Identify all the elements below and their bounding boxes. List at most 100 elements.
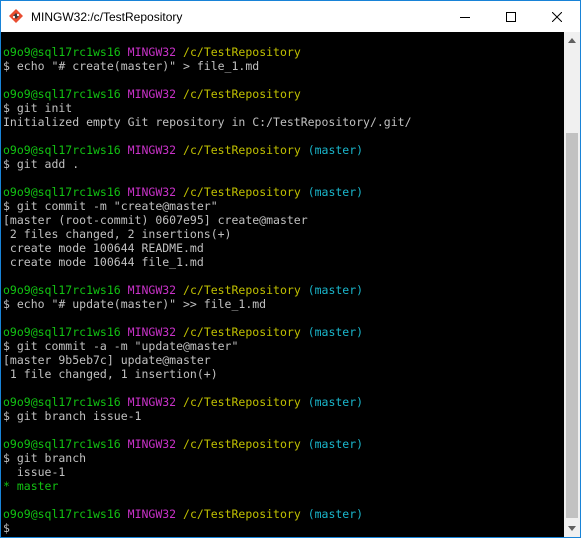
prompt-user-host: o9o9@sql17rc1ws16: [3, 437, 121, 451]
prompt-path: /c/TestRepository: [183, 87, 301, 101]
prompt-path: /c/TestRepository: [183, 283, 301, 297]
command-line: $ echo "# create(master)" > file_1.md: [3, 59, 412, 73]
prompt-branch: (master): [307, 283, 364, 297]
prompt-path: /c/TestRepository: [183, 185, 301, 199]
command-text: $ echo "# update(master)" >> file_1.md: [3, 297, 267, 311]
terminal-lines: o9o9@sql17rc1ws16 MINGW32 /c/TestReposit…: [3, 45, 412, 535]
terminal-output[interactable]: o9o9@sql17rc1ws16 MINGW32 /c/TestReposit…: [1, 32, 564, 537]
prompt-line: o9o9@sql17rc1ws16 MINGW32 /c/TestReposit…: [3, 143, 412, 157]
prompt-branch: (master): [307, 507, 364, 521]
current-branch-text: * master: [3, 479, 59, 493]
command-text: $ git branch: [3, 451, 87, 465]
prompt-user-host: o9o9@sql17rc1ws16: [3, 45, 121, 59]
window-title: MINGW32:/c/TestRepository: [31, 10, 183, 24]
prompt-env: MINGW32: [127, 45, 177, 59]
scroll-down-arrow-icon: [568, 526, 576, 531]
command-text: $ git init: [3, 101, 73, 115]
prompt-env: MINGW32: [127, 395, 177, 409]
prompt-path: /c/TestRepository: [183, 395, 301, 409]
maximize-icon: [506, 11, 516, 22]
prompt-user-host: o9o9@sql17rc1ws16: [3, 507, 121, 521]
prompt-env: MINGW32: [127, 143, 177, 157]
prompt-user-host: o9o9@sql17rc1ws16: [3, 143, 121, 157]
command-line: $ git init: [3, 101, 412, 115]
command-text: $ git branch issue-1: [3, 409, 142, 423]
prompt-env: MINGW32: [127, 507, 177, 521]
prompt-line: o9o9@sql17rc1ws16 MINGW32 /c/TestReposit…: [3, 437, 412, 451]
prompt-user-host: o9o9@sql17rc1ws16: [3, 395, 121, 409]
output-text: create mode 100644 README.md: [3, 241, 204, 255]
prompt-line: o9o9@sql17rc1ws16 MINGW32 /c/TestReposit…: [3, 325, 412, 339]
command-line: $ git branch issue-1: [3, 409, 412, 423]
prompt-path: /c/TestRepository: [183, 45, 301, 59]
prompt-user-host: o9o9@sql17rc1ws16: [3, 283, 121, 297]
output-line: 1 file changed, 1 insertion(+): [3, 367, 412, 381]
output-line: create mode 100644 README.md: [3, 241, 412, 255]
scroll-down-button[interactable]: [564, 520, 580, 537]
command-line: $ git add .: [3, 157, 412, 171]
output-line: [master (root-commit) 0607e95] create@ma…: [3, 213, 412, 227]
terminal-window: MINGW32:/c/TestRepository o9o9@sql17rc1w…: [0, 0, 581, 538]
output-line: Initialized empty Git repository in C:/T…: [3, 115, 412, 129]
command-line: $ git commit -a -m "update@master": [3, 339, 412, 353]
output-line: [master 9b5eb7c] update@master: [3, 353, 412, 367]
prompt-branch: (master): [307, 185, 364, 199]
prompt-line: o9o9@sql17rc1ws16 MINGW32 /c/TestReposit…: [3, 283, 412, 297]
minimize-button[interactable]: [442, 1, 488, 32]
prompt-env: MINGW32: [127, 283, 177, 297]
close-button[interactable]: [534, 1, 580, 32]
prompt-line: o9o9@sql17rc1ws16 MINGW32 /c/TestReposit…: [3, 395, 412, 409]
command-text: $ git commit -m "create@master": [3, 199, 218, 213]
prompt-line: o9o9@sql17rc1ws16 MINGW32 /c/TestReposit…: [3, 87, 412, 101]
prompt-symbol: $: [3, 521, 10, 535]
prompt-user-host: o9o9@sql17rc1ws16: [3, 185, 121, 199]
prompt-path: /c/TestRepository: [183, 143, 301, 157]
output-text: create mode 100644 file_1.md: [3, 255, 204, 269]
prompt-branch: (master): [307, 395, 364, 409]
output-text: 2 files changed, 2 insertions(+): [3, 227, 232, 241]
vertical-scrollbar[interactable]: [564, 32, 580, 537]
current-branch-line: * master: [3, 479, 412, 493]
prompt-branch: (master): [307, 143, 364, 157]
prompt-line: o9o9@sql17rc1ws16 MINGW32 /c/TestReposit…: [3, 185, 412, 199]
prompt-branch: (master): [307, 437, 364, 451]
prompt-line: o9o9@sql17rc1ws16 MINGW32 /c/TestReposit…: [3, 45, 412, 59]
scroll-up-arrow-icon: [568, 38, 576, 43]
prompt-user-host: o9o9@sql17rc1ws16: [3, 87, 121, 101]
prompt-branch: (master): [307, 325, 364, 339]
output-text: 1 file changed, 1 insertion(+): [3, 367, 218, 381]
command-text: $ echo "# create(master)" > file_1.md: [3, 59, 260, 73]
output-line: create mode 100644 file_1.md: [3, 255, 412, 269]
prompt-env: MINGW32: [127, 185, 177, 199]
prompt-path: /c/TestRepository: [183, 325, 301, 339]
output-line: 2 files changed, 2 insertions(+): [3, 227, 412, 241]
git-bash-icon: [9, 9, 23, 23]
maximize-button[interactable]: [488, 1, 534, 32]
command-text: $ git add .: [3, 157, 80, 171]
output-text: [master (root-commit) 0607e95] create@ma…: [3, 213, 308, 227]
prompt-line: o9o9@sql17rc1ws16 MINGW32 /c/TestReposit…: [3, 507, 412, 521]
scrollbar-thumb[interactable]: [566, 133, 578, 518]
command-line: $ echo "# update(master)" >> file_1.md: [3, 297, 412, 311]
scroll-up-button[interactable]: [564, 32, 580, 49]
command-line: $ git commit -m "create@master": [3, 199, 412, 213]
command-text: $ git commit -a -m "update@master": [3, 339, 239, 353]
minimize-icon: [460, 16, 470, 18]
output-line: issue-1: [3, 465, 412, 479]
prompt-path: /c/TestRepository: [183, 507, 301, 521]
output-text: [master 9b5eb7c] update@master: [3, 353, 211, 367]
prompt-path: /c/TestRepository: [183, 437, 301, 451]
cursor-line: $: [3, 521, 412, 535]
title-bar[interactable]: MINGW32:/c/TestRepository: [1, 1, 580, 32]
output-text: Initialized empty Git repository in C:/T…: [3, 115, 412, 129]
prompt-env: MINGW32: [127, 87, 177, 101]
close-icon: [552, 11, 562, 22]
